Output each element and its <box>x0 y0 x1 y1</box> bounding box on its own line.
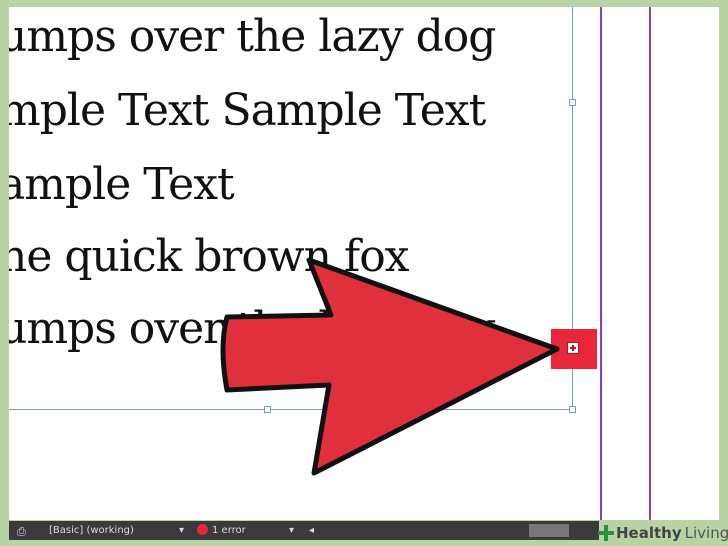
text-line-3: ample Text <box>9 159 235 210</box>
document-canvas[interactable]: umps over the lazy dog mple Text Sample … <box>9 7 719 520</box>
text-line-1: umps over the lazy dog <box>9 11 496 62</box>
error-status-icon <box>197 524 208 535</box>
error-dropdown-icon[interactable]: ▾ <box>289 525 294 536</box>
scroll-left-icon[interactable]: ◂ <box>309 525 314 536</box>
screenshot-frame: umps over the lazy dog mple Text Sample … <box>0 0 728 546</box>
cross-logo-icon <box>598 525 614 541</box>
frame-handle-right-middle[interactable] <box>569 99 576 106</box>
watermark-word: Living <box>684 524 728 542</box>
margin-guide-left <box>600 7 602 520</box>
callout-arrow-icon <box>220 257 560 476</box>
text-line-2: mple Text Sample Text <box>9 85 486 136</box>
status-bar: ⎙ [Basic] (working) ▾ 1 error ▾ ◂ <box>9 521 599 540</box>
page-icon[interactable]: ⎙ <box>17 525 26 539</box>
error-count[interactable]: 1 error <box>212 525 246 536</box>
watermark: Healthy Living <box>598 522 728 544</box>
horizontal-scrollbar-thumb[interactable] <box>529 524 569 537</box>
watermark-brand: Healthy <box>616 524 682 542</box>
profile-dropdown-icon[interactable]: ▾ <box>179 525 184 536</box>
margin-guide-right <box>649 7 651 520</box>
preflight-profile[interactable]: [Basic] (working) <box>49 525 134 536</box>
